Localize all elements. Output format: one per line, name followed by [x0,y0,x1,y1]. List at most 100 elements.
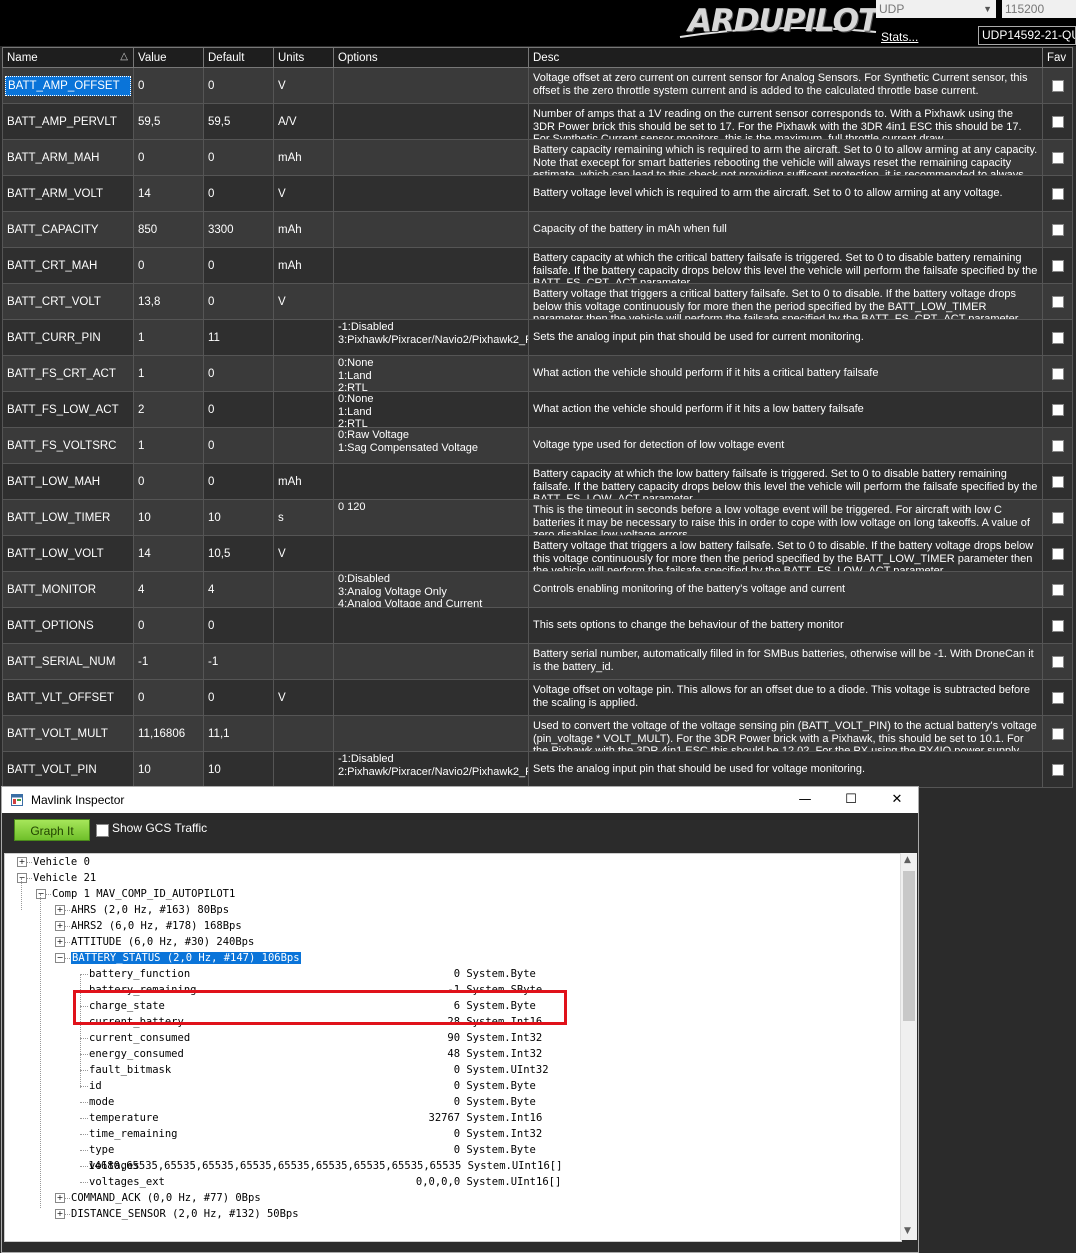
field-name[interactable]: current_consumed [89,1030,190,1046]
param-row[interactable]: BATT_FS_VOLTSRC 1 0 0:Raw Voltage 1:Sag Com… [0,428,1073,464]
expand-icon[interactable]: + [55,1209,65,1219]
param-name[interactable]: BATT_FS_LOW_ACT [2,392,133,428]
window-titlebar[interactable]: Mavlink Inspector — ☐ ✕ [2,787,918,813]
expand-icon[interactable]: + [55,905,65,915]
field-name[interactable]: time_remaining [89,1126,178,1142]
scroll-down-icon[interactable]: ▼ [904,1226,911,1236]
fav-checkbox[interactable] [1051,439,1064,452]
param-row[interactable]: BATT_MONITOR 4 4 0:Disabled 3:Analog Voltag… [0,572,1073,608]
param-name[interactable]: BATT_FS_CRT_ACT [2,356,133,392]
stats-link[interactable]: Stats... [881,30,918,44]
field-name[interactable]: temperature [89,1110,159,1126]
param-name[interactable]: BATT_VOLT_PIN [2,752,133,788]
param-name[interactable]: BATT_LOW_MAH [2,464,133,500]
message-node[interactable]: DISTANCE_SENSOR (2,0 Hz, #132) 50Bps [71,1206,299,1222]
fav-checkbox[interactable] [1051,151,1064,164]
param-row[interactable]: BATT_SERIAL_NUM -1 -1 Battery serial number… [0,644,1073,680]
fav-checkbox[interactable] [1051,331,1064,344]
message-node[interactable]: AHRS (2,0 Hz, #163) 80Bps [71,902,229,918]
param-value[interactable]: 14 [133,176,203,212]
param-row[interactable]: BATT_LOW_VOLT 14 10,5 V Battery voltage that… [0,536,1073,572]
fav-checkbox[interactable] [1051,187,1064,200]
fav-checkbox[interactable] [1051,511,1064,524]
column-header-fav[interactable]: Fav [1042,47,1073,68]
param-name[interactable]: BATT_CRT_MAH [2,248,133,284]
param-value[interactable]: 14 [133,536,203,572]
param-name[interactable]: BATT_MONITOR [2,572,133,608]
fav-checkbox[interactable] [1051,547,1064,560]
param-row[interactable]: BATT_VOLT_PIN 10 10 -1:Disabled 2:Pixhawk/P… [0,752,1073,788]
param-row[interactable]: BATT_LOW_MAH 0 0 mAh Battery capacity at whi… [0,464,1073,500]
close-button[interactable]: ✕ [874,787,920,813]
baud-rate-select[interactable]: 115200 [1002,0,1076,18]
field-name[interactable]: energy_consumed [89,1046,184,1062]
param-name[interactable]: BATT_AMP_PERVLT [2,104,133,140]
message-node[interactable]: BATTERY_STATUS (2,0 Hz, #147) 106Bps [71,950,301,966]
param-name[interactable]: BATT_CRT_VOLT [2,284,133,320]
param-value[interactable]: 0 [133,464,203,500]
param-name[interactable]: BATT_VOLT_MULT [2,716,133,752]
param-value[interactable]: 59,5 [133,104,203,140]
field-name[interactable]: mode [89,1094,114,1110]
param-value[interactable]: 0 [133,608,203,644]
vehicle-node[interactable]: Vehicle 21 [33,870,96,886]
param-name[interactable]: BATT_VLT_OFFSET [2,680,133,716]
field-name[interactable]: fault_bitmask [89,1062,171,1078]
expand-icon[interactable]: + [17,857,27,867]
scrollbar-thumb[interactable] [903,871,915,1021]
message-node[interactable]: COMMAND_ACK (0,0 Hz, #77) 0Bps [71,1190,261,1206]
fav-checkbox[interactable] [1051,727,1064,740]
fav-checkbox[interactable] [1051,655,1064,668]
fav-checkbox[interactable] [1051,583,1064,596]
message-node[interactable]: ATTITUDE (6,0 Hz, #30) 240Bps [71,934,254,950]
param-name[interactable]: BATT_ARM_MAH [2,140,133,176]
message-node[interactable]: AHRS2 (6,0 Hz, #178) 168Bps [71,918,242,934]
field-name[interactable]: type [89,1142,114,1158]
param-value[interactable]: 10 [133,752,203,788]
column-header-default[interactable]: Default [203,47,273,68]
param-name[interactable]: BATT_ARM_VOLT [2,176,133,212]
param-value[interactable]: 0 [133,248,203,284]
collapse-icon[interactable]: − [17,873,27,883]
column-header-options[interactable]: Options [333,47,528,68]
param-name[interactable]: BATT_LOW_VOLT [2,536,133,572]
param-row[interactable]: BATT_VOLT_MULT 11,16806 11,1 Used to conver… [0,716,1073,752]
expand-icon[interactable]: + [55,921,65,931]
vertical-scrollbar[interactable]: ▲ ▼ [900,853,917,1240]
fav-checkbox[interactable] [1051,79,1064,92]
field-name[interactable]: id [89,1078,102,1094]
param-row[interactable]: BATT_CAPACITY 850 3300 mAh Capacity of the b… [0,212,1073,248]
param-name[interactable]: BATT_SERIAL_NUM [2,644,133,680]
column-header-name[interactable]: Name △ [2,47,133,68]
fav-checkbox[interactable] [1051,295,1064,308]
fav-checkbox[interactable] [1051,259,1064,272]
link-name-select[interactable]: UDP14592-21-QUA [978,26,1076,45]
param-value[interactable]: 1 [133,428,203,464]
param-value[interactable]: 0 [133,140,203,176]
param-value[interactable]: 13,8 [133,284,203,320]
param-value[interactable]: 1 [133,356,203,392]
param-value[interactable]: 850 [133,212,203,248]
fav-checkbox[interactable] [1051,367,1064,380]
param-name[interactable]: BATT_CURR_PIN [2,320,133,356]
scroll-up-icon[interactable]: ▲ [904,855,911,865]
param-value[interactable]: -1 [133,644,203,680]
param-row[interactable]: BATT_LOW_TIMER 10 10 s 0 120 This is the time… [0,500,1073,536]
param-name[interactable]: BATT_LOW_TIMER [2,500,133,536]
param-value[interactable]: 11,16806 [133,716,203,752]
column-header-units[interactable]: Units [273,47,333,68]
maximize-button[interactable]: ☐ [828,787,874,813]
param-value[interactable]: 0 [133,680,203,716]
param-row[interactable]: BATT_FS_LOW_ACT 2 0 0:None 1:Land 2:RTL What… [0,392,1073,428]
param-value[interactable]: 0 [133,68,203,104]
fav-checkbox[interactable] [1051,115,1064,128]
field-name[interactable]: voltages_ext [89,1174,165,1190]
param-row[interactable]: BATT_VLT_OFFSET 0 0 V Voltage offset on volt… [0,680,1073,716]
param-name[interactable]: BATT_FS_VOLTSRC [2,428,133,464]
collapse-icon[interactable]: − [55,953,65,963]
param-name[interactable]: BATT_OPTIONS [2,608,133,644]
param-row[interactable]: BATT_OPTIONS 0 0 This sets options to chang… [0,608,1073,644]
param-name[interactable]: BATT_CAPACITY [2,212,133,248]
param-row[interactable]: BATT_AMP_OFFSET 0 0 V Voltage offset at zero… [0,68,1073,104]
fav-checkbox[interactable] [1051,763,1064,776]
